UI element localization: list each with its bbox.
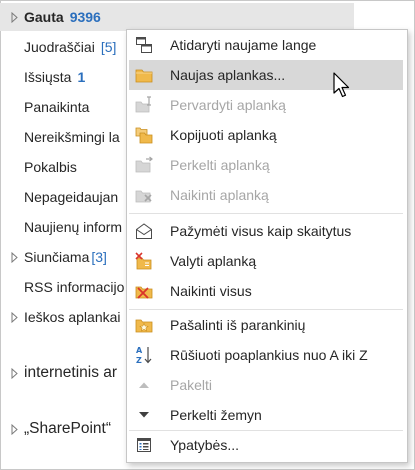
menu-item-delete-all[interactable]: Naikinti visus: [127, 276, 407, 306]
clean-up-folder-icon: [134, 251, 154, 271]
folder-news-feed[interactable]: Naujienų inform: [0, 213, 122, 241]
menu-item-copy-folder[interactable]: Kopijuoti aplanką: [127, 120, 407, 150]
menu-item-label: Naikinti aplanką: [170, 187, 269, 203]
item-count: [5]: [100, 39, 117, 55]
menu-item-label: Naikinti visus: [170, 283, 252, 299]
folder-label: Naujienų inform: [24, 219, 123, 235]
menu-item-open-new-window[interactable]: Atidaryti naujame lange: [127, 30, 407, 60]
folder-label: Gauta: [24, 9, 64, 25]
folder-clutter[interactable]: Nereikšmingi la: [0, 123, 120, 151]
menu-item-delete-folder[interactable]: Naikinti aplanką: [127, 180, 407, 210]
remove-from-favorites-icon: [134, 315, 154, 335]
folder-deleted[interactable]: Panaikinta: [0, 93, 89, 121]
menu-item-label: Rūšiuoti poaplankius nuo A iki Z: [170, 347, 368, 363]
delete-folder-icon: [134, 185, 154, 205]
properties-icon: [134, 435, 154, 455]
svg-text:Z: Z: [136, 356, 142, 365]
svg-text:A: A: [136, 346, 143, 355]
menu-item-mark-all-read[interactable]: Pažymėti visus kaip skaitytus: [127, 216, 407, 246]
delete-all-icon: [134, 281, 154, 301]
copy-folder-icon: [134, 125, 154, 145]
menu-item-new-folder[interactable]: Naujas aplankas...: [129, 60, 403, 90]
new-folder-icon: [134, 65, 154, 85]
menu-item-move-folder[interactable]: Perkelti aplanką: [127, 150, 407, 180]
folder-label: „SharePoint“: [24, 420, 112, 437]
folder-label: Išsiųsta: [24, 69, 72, 85]
folder-outbox[interactable]: Siunčiama [3]: [0, 243, 107, 271]
menu-item-label: Pažymėti visus kaip skaitytus: [170, 223, 352, 239]
folder-inbox[interactable]: Gauta 9396: [0, 3, 354, 31]
folder-rss[interactable]: RSS informacijo: [0, 273, 124, 301]
chevron-right-icon[interactable]: [9, 311, 19, 323]
menu-item-label: Pervardyti aplanką: [170, 97, 286, 113]
unread-count: 1: [77, 69, 86, 85]
folder-sharepoint[interactable]: „SharePoint“: [0, 415, 111, 443]
item-count: [3]: [91, 249, 107, 265]
menu-item-label: Pakelti: [170, 377, 213, 393]
chevron-right-icon[interactable]: [9, 367, 19, 379]
folder-drafts[interactable]: Juodraščiai [5]: [0, 33, 116, 61]
menu-item-properties[interactable]: Ypatybės...: [127, 430, 407, 460]
folder-search-folders[interactable]: Ieškos aplankai: [0, 303, 121, 331]
mark-all-read-icon: [134, 221, 154, 241]
menu-divider: [129, 213, 403, 214]
menu-item-label: Ypatybės...: [170, 437, 240, 453]
menu-item-rename-folder[interactable]: Pervardyti aplanką: [127, 90, 407, 120]
folder-label: Juodraščiai: [24, 39, 95, 55]
unread-count: 9396: [69, 9, 101, 25]
chevron-right-icon[interactable]: [9, 11, 19, 23]
menu-item-label: Kopijuoti aplanką: [170, 127, 277, 143]
menu-item-move-up[interactable]: Pakelti: [127, 370, 407, 400]
folder-conversation[interactable]: Pokalbis: [0, 153, 77, 181]
menu-item-label: Pašalinti iš parankinių: [170, 317, 306, 333]
chevron-right-icon[interactable]: [9, 251, 19, 263]
move-up-icon: [134, 375, 154, 395]
chevron-right-icon[interactable]: [9, 423, 19, 435]
folder-label: Siunčiama: [24, 249, 90, 265]
move-folder-icon: [134, 155, 154, 175]
menu-item-clean-up-folder[interactable]: Valyti aplanką: [127, 246, 407, 276]
menu-item-move-down[interactable]: Perkelti žemyn: [127, 400, 407, 430]
menu-item-label: Atidaryti naujame lange: [170, 37, 317, 53]
folder-label: Pokalbis: [24, 159, 77, 175]
folder-sent[interactable]: Išsiųsta 1: [0, 63, 85, 91]
folder-online-archive[interactable]: internetinis ar: [0, 359, 117, 387]
folder-label: Ieškos aplankai: [24, 309, 121, 325]
mouse-pointer-icon: [333, 72, 353, 100]
folder-label: Nepageidaujan: [24, 189, 119, 205]
menu-item-label: Naujas aplankas...: [170, 67, 286, 83]
menu-item-sort-a-z[interactable]: A Z Rūšiuoti poaplankius nuo A iki Z: [127, 340, 407, 370]
menu-item-label: Perkelti aplanką: [170, 157, 270, 173]
folder-label: RSS informacijo: [24, 279, 125, 295]
context-menu: Atidaryti naujame lange Naujas aplankas.…: [126, 29, 408, 463]
menu-item-remove-from-favorites[interactable]: Pašalinti iš parankinių: [127, 310, 407, 340]
rename-folder-icon: [134, 95, 154, 115]
folder-label: Panaikinta: [24, 99, 90, 115]
folder-label: Nereikšmingi la: [24, 129, 120, 145]
move-down-icon: [134, 405, 154, 425]
sort-a-z-icon: A Z: [134, 345, 154, 365]
folder-label: internetinis ar: [24, 364, 118, 381]
folder-junk[interactable]: Nepageidaujan: [0, 183, 118, 211]
menu-item-label: Valyti aplanką: [170, 253, 257, 269]
new-window-icon: [134, 35, 154, 55]
menu-item-label: Perkelti žemyn: [170, 407, 262, 423]
